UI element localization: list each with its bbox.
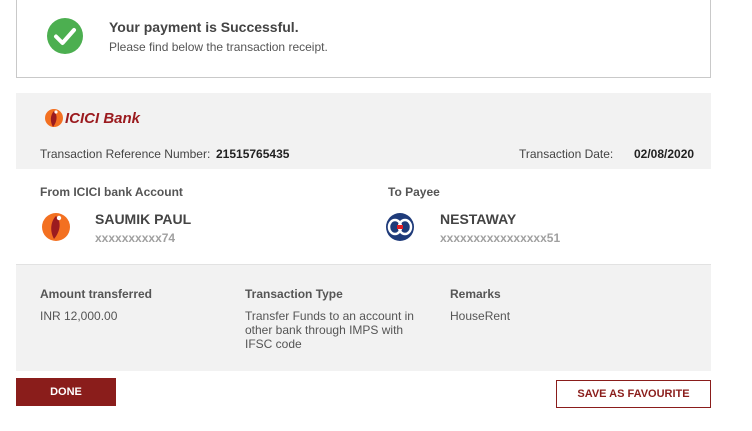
- kotak-logo-icon: [386, 213, 414, 241]
- receipt-header: ICICI Bank Transaction Reference Number:…: [16, 93, 711, 169]
- amount-value: INR 12,000.00: [40, 309, 118, 323]
- reference-value: 21515765435: [216, 147, 290, 161]
- reference-label: Transaction Reference Number:: [40, 147, 211, 161]
- to-payee-account: xxxxxxxxxxxxxxxx51: [440, 231, 561, 245]
- transaction-type-value: Transfer Funds to an account in other ba…: [245, 309, 414, 351]
- check-circle-icon: [47, 18, 83, 54]
- transaction-type-label: Transaction Type: [245, 287, 343, 301]
- date-value: 02/08/2020: [634, 147, 695, 161]
- date-label: Transaction Date:: [519, 147, 614, 161]
- transaction-details: Amount transferred INR 12,000.00 Transac…: [16, 265, 711, 371]
- success-subtitle: Please find below the transaction receip…: [109, 40, 328, 54]
- remarks-value: HouseRent: [450, 309, 511, 323]
- to-payee-name: NESTAWAY: [440, 211, 517, 227]
- bank-logo-text: ICICI Bank: [65, 110, 141, 127]
- done-button[interactable]: DONE: [16, 378, 116, 406]
- success-banner: Your payment is Successful. Please find …: [16, 0, 711, 78]
- remarks-label: Remarks: [450, 287, 501, 301]
- save-as-favourite-button[interactable]: SAVE AS FAVOURITE: [556, 380, 711, 408]
- success-title: Your payment is Successful.: [109, 19, 299, 35]
- from-section-label: From ICICI bank Account: [40, 185, 183, 199]
- parties-section: From ICICI bank Account SAUMIK PAUL xxxx…: [16, 169, 711, 265]
- icici-bank-logo: ICICI Bank: [45, 109, 141, 127]
- from-account-name: SAUMIK PAUL: [95, 211, 192, 227]
- to-section-label: To Payee: [388, 185, 440, 199]
- amount-label: Amount transferred: [40, 287, 153, 301]
- transaction-receipt: ICICI Bank Transaction Reference Number:…: [16, 93, 711, 371]
- from-account-number: xxxxxxxxxx74: [95, 231, 176, 245]
- icici-logo-icon: [42, 213, 70, 241]
